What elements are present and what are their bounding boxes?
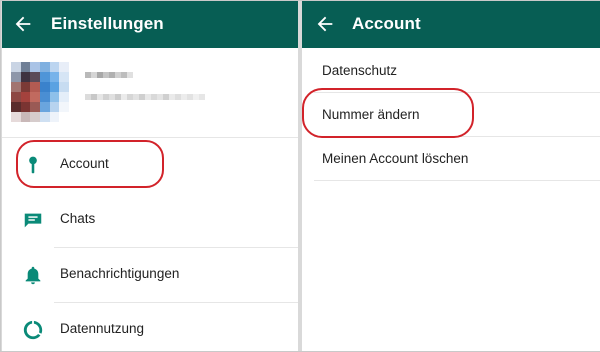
account-item-privacy[interactable]: Datenschutz	[302, 49, 600, 93]
page-title: Account	[352, 14, 421, 33]
account-screen: Account Datenschutz Nummer ändern Meinen…	[302, 1, 600, 351]
settings-item-label: Chats	[60, 211, 96, 226]
avatar[interactable]	[11, 62, 69, 122]
bell-icon	[25, 266, 41, 285]
arrow-left-icon[interactable]	[12, 13, 34, 35]
settings-item-account[interactable]: Account	[2, 138, 298, 193]
data-usage-icon	[23, 320, 43, 340]
profile-row[interactable]	[2, 48, 298, 138]
settings-item-label: Account	[60, 156, 109, 171]
page-title: Einstellungen	[51, 14, 164, 33]
settings-item-data-usage[interactable]: Datennutzung	[2, 303, 298, 351]
settings-item-chats[interactable]: Chats	[2, 193, 298, 248]
account-item-label: Datenschutz	[322, 63, 398, 78]
arrow-left-icon[interactable]	[314, 13, 336, 35]
account-item-delete-account[interactable]: Meinen Account löschen	[302, 137, 600, 181]
account-item-change-number[interactable]: Nummer ändern	[302, 93, 600, 137]
divider	[314, 180, 600, 181]
screenshot-frame: Einstellungen Account Chats Benachrichti…	[0, 0, 600, 352]
settings-item-notifications[interactable]: Benachrichtigungen	[2, 248, 298, 303]
key-icon	[29, 156, 37, 174]
chat-icon	[24, 213, 42, 228]
profile-name-pixelated	[85, 72, 133, 78]
profile-status-pixelated	[85, 94, 205, 100]
settings-screen: Einstellungen Account Chats Benachrichti…	[2, 1, 298, 351]
account-item-label: Meinen Account löschen	[322, 151, 469, 166]
account-item-label: Nummer ändern	[322, 107, 420, 122]
settings-appbar: Einstellungen	[2, 1, 298, 48]
account-appbar: Account	[302, 1, 600, 48]
settings-item-label: Datennutzung	[60, 321, 145, 336]
settings-item-label: Benachrichtigungen	[60, 266, 180, 281]
